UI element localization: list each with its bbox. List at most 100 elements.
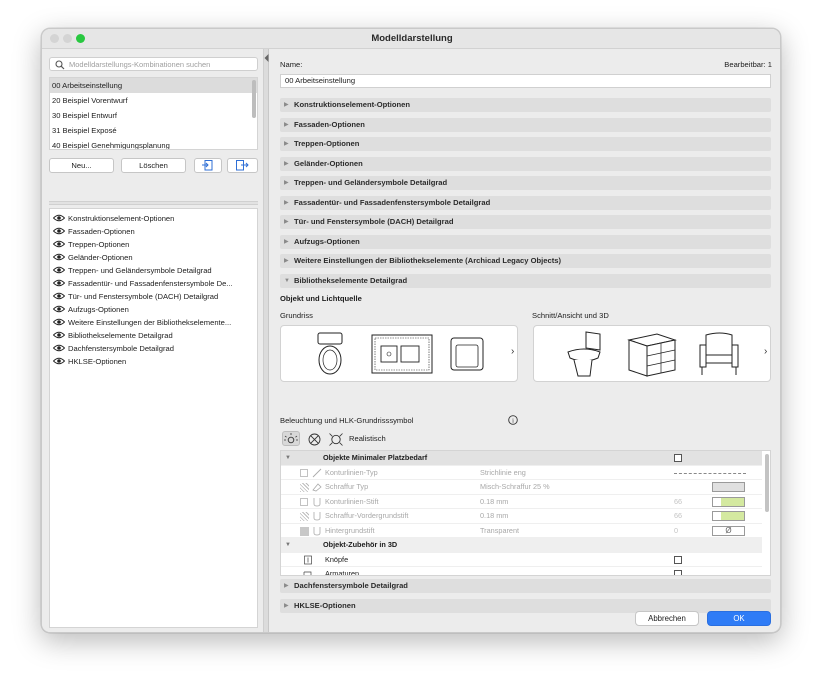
option-item[interactable]: Weitere Einstellungen der Bibliotheksele… xyxy=(53,316,255,329)
combination-item[interactable]: 40 Beispiel Genehmigungsplanung xyxy=(50,138,257,149)
armchair-plan-icon[interactable] xyxy=(450,337,484,371)
list-scrollbar[interactable] xyxy=(252,80,256,118)
pen-color-swatch[interactable] xyxy=(712,511,745,521)
table-row[interactable]: Konturlinien-Stift 0.18 mm 66 xyxy=(281,495,762,509)
combination-item[interactable]: 00 Arbeitseinstellung xyxy=(50,78,257,93)
eye-icon[interactable] xyxy=(53,344,65,352)
table-row[interactable]: Armaturen xyxy=(281,567,762,576)
section-header[interactable]: ▶ Tür- und Fenstersymbole (DACH) Detailgr… xyxy=(280,215,771,229)
eye-icon[interactable] xyxy=(53,266,65,274)
transparent-swatch[interactable]: Ø xyxy=(712,525,745,536)
eye-icon[interactable] xyxy=(53,240,65,248)
table-row[interactable]: Knöpfe xyxy=(281,553,762,567)
row-checkbox[interactable] xyxy=(300,497,308,506)
combination-item[interactable]: 30 Beispiel Entwurf xyxy=(50,108,257,123)
search-input[interactable]: Modelldarstellungs-Kombinationen suchen xyxy=(49,57,258,71)
pen-color-swatch[interactable] xyxy=(712,496,745,507)
collapse-icon[interactable]: ▼ xyxy=(285,538,291,553)
table-row[interactable]: Schraffur Typ Misch-Schraffur 25 % xyxy=(281,480,762,495)
option-item[interactable]: Bibliothekselemente Detailgrad xyxy=(53,329,255,342)
combination-list[interactable]: 00 Arbeitseinstellung 20 Beispiel Vorent… xyxy=(49,77,258,150)
eye-icon[interactable] xyxy=(53,318,65,326)
delete-button[interactable]: Löschen xyxy=(121,158,186,173)
group-label: Objekte Minimaler Platzbedarf xyxy=(323,453,428,462)
property-name: Armaturen xyxy=(325,569,360,576)
option-item[interactable]: Aufzugs-Optionen xyxy=(53,303,255,316)
disclosure-open-icon: ▼ xyxy=(284,278,290,284)
property-name: Konturlinien-Typ xyxy=(325,467,378,477)
section-header[interactable]: ▶ Treppen-Optionen xyxy=(280,137,771,151)
kitchen-3d-icon[interactable] xyxy=(627,330,677,378)
combination-item[interactable]: 31 Beispiel Exposé xyxy=(50,123,257,138)
section-header[interactable]: ▶ Weitere Einstellungen der Bibliotheksel… xyxy=(280,254,771,268)
property-table: ▼ Objekte Minimaler Platzbedarf Konturli… xyxy=(280,450,771,576)
lamp-icon xyxy=(284,433,298,444)
table-row[interactable]: Hintergrundstift Transparent 0 Ø xyxy=(281,524,762,538)
section-header[interactable]: ▶ Fassadentür- und Fassadenfenstersymbole… xyxy=(280,196,771,210)
disclosure-icon: ▶ xyxy=(284,161,289,167)
light-realistic-icon[interactable] xyxy=(329,433,343,446)
option-item[interactable]: Treppen-Optionen xyxy=(53,238,255,251)
option-item[interactable]: Konstruktionselement-Optionen xyxy=(53,212,255,225)
new-button[interactable]: Neu... xyxy=(49,158,114,173)
eye-icon[interactable] xyxy=(53,253,65,261)
option-item[interactable]: Dachfenstersymbole Detailgrad xyxy=(53,342,255,355)
table-scrollbar[interactable] xyxy=(765,454,769,512)
option-item[interactable]: Treppen- und Geländersymbole Detailgrad xyxy=(53,264,255,277)
table-group-row[interactable]: ▼ Objekte Minimaler Platzbedarf xyxy=(281,451,762,466)
ok-button[interactable]: OK xyxy=(707,611,771,626)
toilet-plan-icon[interactable] xyxy=(315,332,345,376)
pen-icon xyxy=(313,512,321,521)
eye-icon[interactable] xyxy=(53,279,65,287)
combination-item[interactable]: 20 Beispiel Vorentwurf xyxy=(50,93,257,108)
armchair-3d-icon[interactable] xyxy=(698,331,740,377)
eye-icon[interactable] xyxy=(53,292,65,300)
option-item[interactable]: Geländer-Optionen xyxy=(53,251,255,264)
disclosure-icon: ▶ xyxy=(284,219,289,225)
section-header-expanded[interactable]: ▼ Bibliothekselemente Detailgrad xyxy=(280,274,771,288)
section-header[interactable]: ▶ Dachfenstersymbole Detailgrad xyxy=(280,579,771,593)
option-item[interactable]: Fassaden-Optionen xyxy=(53,225,255,238)
section-label: Treppen-Optionen xyxy=(294,139,360,148)
section-header[interactable]: ▶ Konstruktionselement-Optionen xyxy=(280,98,771,112)
row-checkbox[interactable] xyxy=(300,468,308,477)
eye-icon[interactable] xyxy=(53,214,65,222)
table-row[interactable]: Konturlinien-Typ Strichlinie eng xyxy=(281,466,762,480)
option-label: Dachfenstersymbole Detailgrad xyxy=(68,344,174,353)
eye-icon[interactable] xyxy=(53,305,65,313)
chevron-right-icon[interactable]: › xyxy=(511,346,514,357)
chevron-right-icon[interactable]: › xyxy=(764,346,767,357)
option-item[interactable]: Fassadentür- und Fassadenfenstersymbole … xyxy=(53,277,255,290)
fittings-checkbox[interactable] xyxy=(674,570,682,575)
cancel-button[interactable]: Abbrechen xyxy=(635,611,699,626)
kitchen-plan-icon[interactable] xyxy=(371,334,433,374)
eye-icon[interactable] xyxy=(53,227,65,235)
table-row[interactable]: Schraffur-Vordergrundstift 0.18 mm 66 xyxy=(281,509,762,524)
toilet-3d-icon[interactable] xyxy=(564,330,604,378)
option-item[interactable]: Tür- und Fenstersymbole (DACH) Detailgra… xyxy=(53,290,255,303)
option-item[interactable]: HKLSE-Optionen xyxy=(53,355,255,368)
knobs-checkbox[interactable] xyxy=(674,555,682,564)
export-button[interactable] xyxy=(227,158,258,173)
eye-icon[interactable] xyxy=(53,331,65,339)
option-label: Aufzugs-Optionen xyxy=(68,305,129,314)
fill-swatch[interactable] xyxy=(712,482,745,492)
info-icon[interactable]: i xyxy=(508,415,518,425)
eye-icon[interactable] xyxy=(53,357,65,365)
import-button[interactable] xyxy=(194,158,222,173)
section-header[interactable]: ▶ Aufzugs-Optionen xyxy=(280,235,771,249)
panel-divider[interactable] xyxy=(49,201,258,205)
section-3d-symbol-picker[interactable]: › xyxy=(533,325,771,382)
light-cross-icon[interactable] xyxy=(308,433,321,446)
collapse-icon[interactable]: ▼ xyxy=(285,451,291,466)
table-group-row[interactable]: ▼ Objekt-Zubehör in 3D xyxy=(281,538,762,553)
section-header[interactable]: ▶ Geländer-Optionen xyxy=(280,157,771,171)
lamp-icon-button[interactable] xyxy=(282,431,300,446)
section-header[interactable]: ▶ Treppen- und Geländersymbole Detailgrad xyxy=(280,176,771,190)
property-value: Transparent xyxy=(480,525,520,535)
group-checkbox[interactable] xyxy=(674,454,682,462)
left-panel: Modelldarstellungs-Kombinationen suchen … xyxy=(42,49,264,632)
name-field[interactable]: 00 Arbeitseinstellung xyxy=(280,74,771,88)
floorplan-symbol-picker[interactable]: › xyxy=(280,325,518,382)
section-header[interactable]: ▶ Fassaden-Optionen xyxy=(280,118,771,132)
